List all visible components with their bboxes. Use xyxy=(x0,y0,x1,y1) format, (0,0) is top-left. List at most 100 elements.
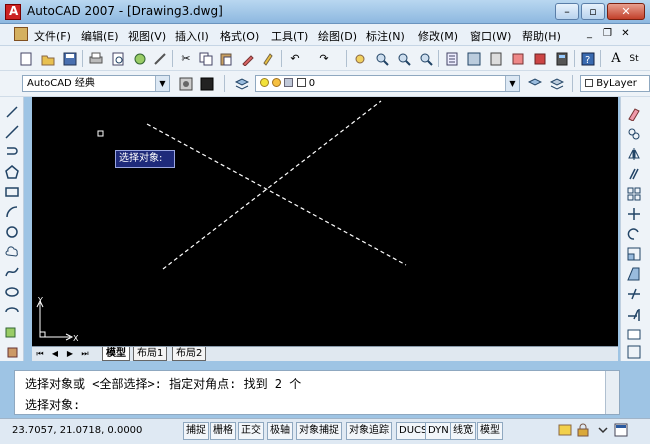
publish-icon[interactable] xyxy=(130,49,150,68)
spline-icon[interactable] xyxy=(3,263,21,280)
text-style-dropdown[interactable]: St xyxy=(624,49,644,68)
redo-icon[interactable]: ↷ xyxy=(314,49,334,68)
extend-icon[interactable] xyxy=(625,305,643,322)
zoom-window-icon[interactable] xyxy=(394,49,414,68)
polyline-icon[interactable] xyxy=(3,143,21,160)
open-icon[interactable] xyxy=(38,49,58,68)
ellipse-arc-icon[interactable] xyxy=(3,303,21,320)
snap-toggle[interactable]: 捕捉 xyxy=(183,422,209,440)
copy-object-icon[interactable] xyxy=(625,125,643,142)
color-control-dropdown[interactable]: ByLayer xyxy=(580,75,650,92)
tab-layout2[interactable]: 布局2 xyxy=(172,347,207,361)
paste-icon[interactable] xyxy=(216,49,236,68)
make-current-layer-icon[interactable] xyxy=(525,74,545,93)
mirror-icon[interactable] xyxy=(625,145,643,162)
explode-icon[interactable] xyxy=(625,343,643,360)
selected-line-2[interactable] xyxy=(162,100,382,270)
ellipse-icon[interactable] xyxy=(3,283,21,300)
communication-center-icon[interactable] xyxy=(558,423,572,437)
command-prompt[interactable]: 选择对象: xyxy=(25,396,80,413)
menu-view[interactable]: 视图(V) xyxy=(128,28,166,44)
move-icon[interactable] xyxy=(625,205,643,222)
close-button[interactable]: ✕ xyxy=(607,3,645,20)
menu-help[interactable]: 帮助(H) xyxy=(522,28,561,44)
zoom-previous-icon[interactable] xyxy=(416,49,436,68)
make-block-icon[interactable] xyxy=(3,343,21,360)
array-icon[interactable] xyxy=(625,185,643,202)
line-icon[interactable] xyxy=(3,103,21,120)
save-icon[interactable] xyxy=(60,49,80,68)
menu-tools[interactable]: 工具(T) xyxy=(271,28,308,44)
etransmit-icon[interactable] xyxy=(150,49,170,68)
layer-properties-icon[interactable] xyxy=(232,74,252,93)
properties-icon[interactable] xyxy=(442,49,462,68)
menu-insert[interactable]: 插入(I) xyxy=(175,28,209,44)
text-style-icon[interactable]: A xyxy=(606,49,626,68)
workspace-settings-icon[interactable] xyxy=(176,74,196,93)
otrack-toggle[interactable]: 对象追踪 xyxy=(346,422,392,440)
polar-toggle[interactable]: 极轴 xyxy=(267,422,293,440)
scale-icon[interactable] xyxy=(625,245,643,262)
print-icon[interactable] xyxy=(86,49,106,68)
next-tab-icon[interactable]: ▶ xyxy=(64,348,76,360)
command-scrollbar[interactable] xyxy=(605,371,619,414)
first-tab-icon[interactable]: ⏮ xyxy=(34,348,46,360)
rotate-icon[interactable] xyxy=(625,225,643,242)
menu-draw[interactable]: 绘图(D) xyxy=(318,28,357,44)
selected-line-1[interactable] xyxy=(146,123,407,266)
menu-window[interactable]: 窗口(W) xyxy=(470,28,511,44)
help-icon[interactable]: ? xyxy=(578,49,598,68)
menu-modify[interactable]: 修改(M) xyxy=(418,28,458,44)
offset-icon[interactable] xyxy=(625,165,643,182)
construction-line-icon[interactable] xyxy=(3,123,21,140)
autocad-logo-icon[interactable] xyxy=(5,4,21,20)
my-workspace-icon[interactable] xyxy=(197,74,217,93)
markup-set-manager-icon[interactable] xyxy=(530,49,550,68)
menu-edit[interactable]: 编辑(E) xyxy=(81,28,119,44)
break-icon[interactable] xyxy=(625,325,643,342)
stretch-icon[interactable] xyxy=(625,265,643,282)
insert-block-icon[interactable] xyxy=(3,323,21,340)
pan-realtime-icon[interactable] xyxy=(350,49,370,68)
trim-icon[interactable] xyxy=(625,285,643,302)
plot-preview-icon[interactable] xyxy=(108,49,128,68)
coordinate-readout[interactable]: 23.7057, 21.0718, 0.0000 xyxy=(12,425,142,436)
rectangle-icon[interactable] xyxy=(3,183,21,200)
cut-icon[interactable]: ✂ xyxy=(176,49,196,68)
document-icon[interactable] xyxy=(14,27,28,41)
tab-model[interactable]: 模型 xyxy=(102,347,130,361)
menu-format[interactable]: 格式(O) xyxy=(220,28,259,44)
layer-dropdown[interactable]: 0 ▼ xyxy=(255,75,520,92)
circle-icon[interactable] xyxy=(3,223,21,240)
ortho-toggle[interactable]: 正交 xyxy=(238,422,264,440)
quickcalc-icon[interactable] xyxy=(552,49,572,68)
grid-toggle[interactable]: 栅格 xyxy=(210,422,236,440)
osnap-toggle[interactable]: 对象捕捉 xyxy=(296,422,342,440)
dyn-toggle[interactable]: DYN xyxy=(425,422,452,440)
lineweight-toggle[interactable]: 线宽 xyxy=(450,422,476,440)
layer-previous-icon[interactable] xyxy=(547,74,567,93)
last-tab-icon[interactable]: ⏭ xyxy=(79,348,91,360)
previous-tab-icon[interactable]: ◀ xyxy=(49,348,61,360)
polygon-icon[interactable] xyxy=(3,163,21,180)
doc-restore-button[interactable]: ❐ xyxy=(600,27,615,42)
arc-icon[interactable] xyxy=(3,203,21,220)
erase-icon[interactable] xyxy=(625,105,643,122)
design-center-icon[interactable] xyxy=(464,49,484,68)
workspace-dropdown[interactable]: AutoCAD 经典 ▼ xyxy=(22,75,170,92)
drawing-canvas[interactable]: Y X xyxy=(32,97,618,348)
doc-close-button[interactable]: ✕ xyxy=(618,27,633,42)
new-icon[interactable] xyxy=(16,49,36,68)
zoom-realtime-icon[interactable] xyxy=(372,49,392,68)
command-window[interactable]: 选择对象或 <全部选择>: 指定对角点: 找到 2 个 选择对象: xyxy=(14,370,620,415)
lock-icon[interactable] xyxy=(576,423,590,437)
revision-cloud-icon[interactable] xyxy=(3,243,21,260)
copy-icon[interactable] xyxy=(196,49,216,68)
clean-screen-icon[interactable] xyxy=(614,423,628,437)
maximize-button[interactable]: ▫ xyxy=(581,3,605,20)
status-menu-icon[interactable] xyxy=(596,423,610,437)
match-properties-icon[interactable] xyxy=(238,49,258,68)
doc-minimize-button[interactable]: _ xyxy=(582,27,597,42)
tab-layout1[interactable]: 布局1 xyxy=(133,347,168,361)
menu-dimension[interactable]: 标注(N) xyxy=(366,28,405,44)
